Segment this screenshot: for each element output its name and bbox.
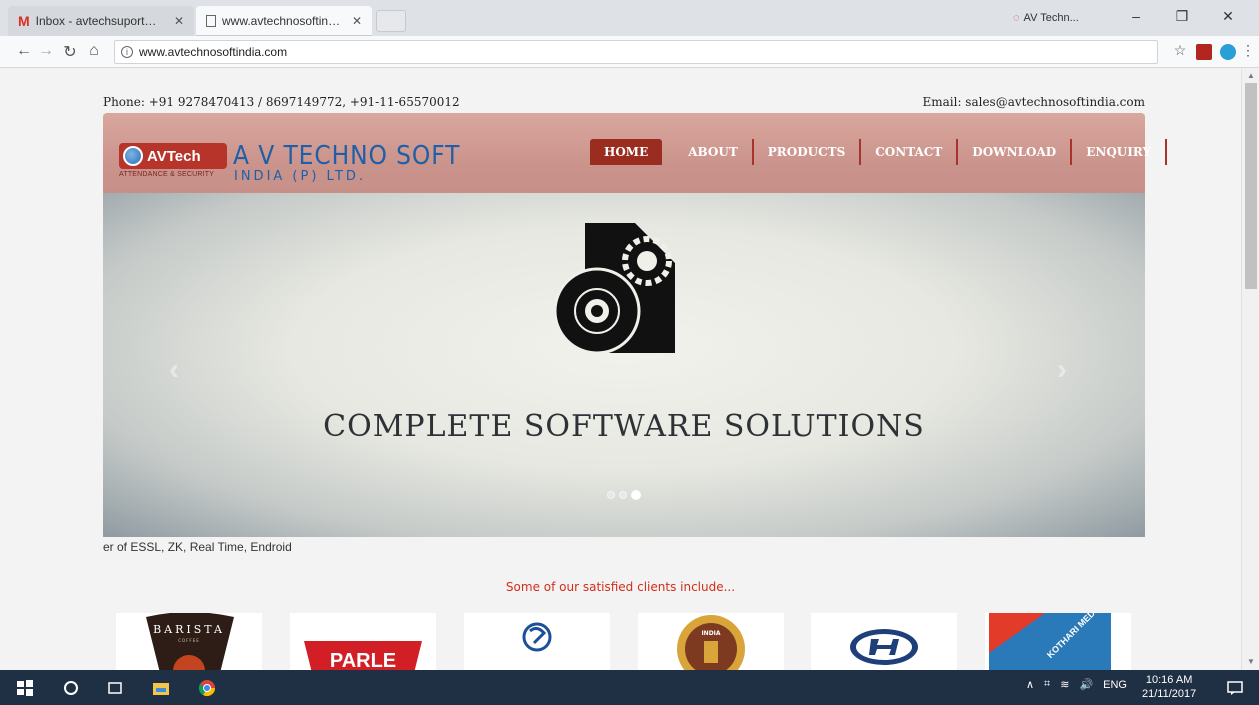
parle-logo-icon: PARLE (304, 641, 422, 670)
kothari-logo-icon: KOTHARI MEDICAL CENTRE (989, 613, 1131, 670)
slider-dots (607, 490, 641, 500)
system-tray: ∧ ⌗ ≋ 🔊 ENG (1026, 678, 1127, 691)
software-disc-icon (555, 223, 675, 355)
client-logos: BARISTA COFFEE PARLE INDIA (116, 613, 1131, 670)
slider-dot[interactable] (607, 491, 615, 499)
menu-dots-icon[interactable]: ⋮ (1238, 42, 1258, 59)
forward-arrow-icon[interactable]: → (36, 42, 56, 60)
gmail-icon: M (18, 13, 30, 29)
slider-dot[interactable] (619, 491, 627, 499)
page-icon (206, 15, 216, 27)
task-view-icon[interactable] (106, 679, 124, 697)
client-name: INDIA (701, 630, 720, 637)
extension-icon[interactable] (1220, 44, 1236, 60)
wifi-icon[interactable]: ≋ (1060, 678, 1069, 691)
client-logo-barista: BARISTA COFFEE (116, 613, 262, 670)
slider-dot-active[interactable] (631, 490, 641, 500)
tab-gmail-inbox[interactable]: M Inbox - avtechsuport@gmail.com ✕ (8, 6, 194, 36)
volume-icon[interactable]: 🔊 (1079, 678, 1093, 691)
language-indicator[interactable]: ENG (1103, 679, 1127, 691)
cbi-emblem-icon: INDIA (677, 615, 745, 670)
ashok-leyland-logo-icon (522, 622, 552, 652)
slider-prev-icon[interactable]: ‹ (169, 353, 179, 387)
client-logo-hyundai (811, 613, 957, 670)
company-name: A V TECHNO SOFT (233, 141, 461, 171)
clock-time: 10:16 AM (1145, 674, 1193, 686)
email-text[interactable]: Email: sales@avtechnosoftindia.com (922, 95, 1145, 109)
address-bar[interactable]: i www.avtechnosoftindia.com (114, 40, 1158, 64)
windows-start-icon[interactable] (16, 679, 34, 697)
close-icon[interactable]: ✕ (174, 14, 184, 28)
tab-title: Inbox - avtechsuport@gmail.com (35, 14, 168, 28)
scroll-down-icon[interactable]: ▼ (1247, 657, 1255, 666)
profile-label: AV Techn... (1023, 12, 1079, 24)
close-icon[interactable]: ✕ (352, 14, 362, 28)
close-window-button[interactable]: ✕ (1205, 8, 1251, 25)
main-nav: HOME ABOUT PRODUCTS CONTACT DOWNLOAD ENQ… (590, 139, 1168, 165)
logo-badge: AVTech (119, 143, 227, 169)
hero-slider: ‹ › COMPLETE SOFTWARE SOLUTIONS (103, 193, 1145, 537)
page-viewport: Phone: +91 9278470413 / 8697149772, +91-… (0, 69, 1241, 670)
profile-badge[interactable]: ◌ AV Techn... (1013, 12, 1079, 24)
slide-caption: COMPLETE SOFTWARE SOLUTIONS (323, 409, 925, 444)
contact-bar: Phone: +91 9278470413 / 8697149772, +91-… (103, 95, 1145, 109)
scroll-up-icon[interactable]: ▲ (1247, 71, 1255, 80)
minimize-button[interactable]: – (1113, 8, 1159, 24)
nav-enquiry[interactable]: ENQUIRY (1072, 139, 1168, 165)
profile-icon: ◌ (1013, 12, 1020, 24)
logo-tagline: ATTENDANCE & SECURITY (119, 171, 215, 178)
chevron-up-icon[interactable]: ∧ (1026, 678, 1034, 691)
back-arrow-icon[interactable]: ← (14, 42, 34, 60)
clock-date: 21/11/2017 (1142, 688, 1197, 700)
browser-toolbar: ← → ↻ ⌂ i www.avtechnosoftindia.com ☆ ⋮ (0, 36, 1259, 68)
client-subtitle: COFFEE (178, 638, 200, 643)
info-icon[interactable]: i (121, 46, 133, 58)
pdf-extension-icon[interactable] (1196, 44, 1212, 60)
nav-contact[interactable]: CONTACT (861, 139, 959, 165)
logo-text: AVTech (147, 147, 201, 165)
nav-download[interactable]: DOWNLOAD (958, 139, 1073, 165)
cortana-search-icon[interactable] (62, 679, 80, 697)
page-scrollbar[interactable]: ▲ ▼ (1241, 69, 1259, 670)
browser-tab-strip: M Inbox - avtechsuport@gmail.com ✕ www.a… (0, 0, 1259, 36)
bookmark-star-icon[interactable]: ☆ (1170, 42, 1190, 59)
hyundai-logo-icon (850, 629, 918, 665)
client-name: PARLE (330, 650, 396, 670)
notification-icon[interactable] (1226, 679, 1244, 697)
client-logo-cbi: INDIA (638, 613, 784, 670)
nav-home[interactable]: HOME (590, 139, 663, 165)
globe-icon (123, 146, 143, 166)
slider-next-icon[interactable]: › (1057, 353, 1067, 387)
chrome-icon[interactable] (198, 679, 216, 697)
marquee-text: er of ESSL, ZK, Real Time, Endroid (103, 540, 292, 554)
file-explorer-icon[interactable] (152, 679, 170, 697)
new-tab-button[interactable] (376, 10, 406, 32)
tab-avtechnosoft[interactable]: www.avtechnosoftindia.com ✕ (196, 6, 372, 36)
site-logo[interactable]: AVTech ATTENDANCE & SECURITY (119, 133, 229, 178)
network-icon[interactable]: ⌗ (1044, 678, 1050, 691)
restore-button[interactable]: ❐ (1159, 8, 1205, 25)
tab-title: www.avtechnosoftindia.com (222, 14, 346, 28)
nav-products[interactable]: PRODUCTS (754, 139, 862, 165)
reload-icon[interactable]: ↻ (60, 42, 80, 62)
barista-logo-icon: BARISTA COFFEE (146, 613, 234, 670)
client-logo-kothari: KOTHARI MEDICAL CENTRE (985, 613, 1131, 670)
scroll-thumb[interactable] (1245, 83, 1257, 289)
nav-about[interactable]: ABOUT (674, 139, 754, 165)
home-icon[interactable]: ⌂ (84, 42, 104, 60)
clients-heading: Some of our satisfied clients include... (505, 580, 736, 594)
client-name: BARISTA (153, 623, 225, 636)
company-subtitle: INDIA (P) LTD. (234, 169, 367, 184)
client-logo-parle: PARLE (290, 613, 436, 670)
client-logo-ashok-leyland (464, 613, 610, 670)
taskbar-clock[interactable]: 10:16 AM 21/11/2017 (1142, 673, 1196, 701)
url-text: www.avtechnosoftindia.com (139, 45, 288, 59)
phone-text: Phone: +91 9278470413 / 8697149772, +91-… (103, 95, 460, 109)
windows-taskbar: ∧ ⌗ ≋ 🔊 ENG 10:16 AM 21/11/2017 (0, 670, 1259, 705)
site-header: AVTech ATTENDANCE & SECURITY A V TECHNO … (103, 113, 1168, 193)
